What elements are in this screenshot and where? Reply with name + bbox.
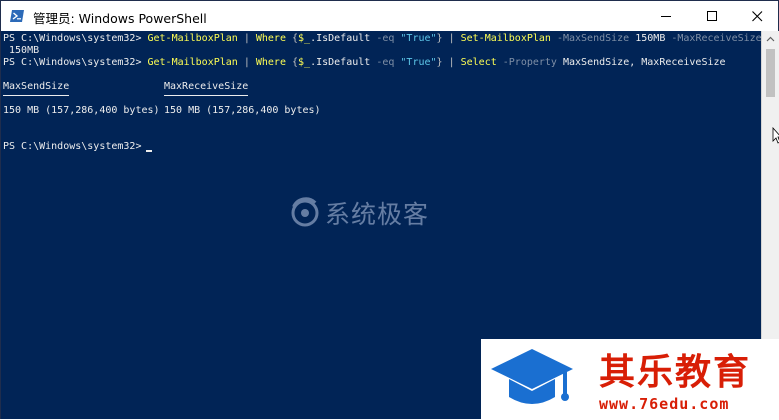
command-text: Select bbox=[460, 57, 497, 68]
command-text: Get-MailboxPlan bbox=[147, 57, 238, 68]
scroll-thumb[interactable] bbox=[766, 49, 775, 97]
pipe-operator: | bbox=[237, 57, 256, 68]
text-cursor bbox=[146, 150, 152, 152]
close-icon bbox=[751, 10, 762, 21]
console-line: PS C:\Windows\system32> Get-MailboxPlan … bbox=[3, 57, 726, 69]
console-line-wrap: 150MB bbox=[3, 45, 40, 56]
promo-title: 其乐教育 bbox=[599, 352, 752, 393]
watermark: 系统极客 bbox=[289, 195, 429, 231]
command-text: Get-MailboxPlan bbox=[147, 33, 238, 44]
watermark-text: 系统极客 bbox=[325, 200, 430, 229]
maximize-icon bbox=[706, 10, 717, 21]
minimize-button[interactable] bbox=[643, 1, 689, 31]
table-cell: 150 MB (157,286,400 bytes) bbox=[3, 105, 160, 116]
console-prompt: PS C:\Windows\system32> bbox=[3, 141, 148, 152]
variable-text: $_ bbox=[298, 57, 311, 68]
maximize-button[interactable] bbox=[689, 1, 735, 31]
prompt-text: PS C:\Windows\system32> bbox=[3, 57, 148, 68]
value-text: 150MB bbox=[635, 33, 666, 44]
minimize-icon bbox=[660, 15, 671, 17]
pipe-operator: | bbox=[442, 57, 461, 68]
brace-text: { bbox=[285, 57, 299, 68]
brace-text: { bbox=[285, 33, 299, 44]
prompt-text: PS C:\Windows\system32> bbox=[3, 33, 148, 44]
variable-text: $_ bbox=[298, 33, 311, 44]
graduation-cap-icon bbox=[491, 349, 573, 404]
window-title: 管理员: Windows PowerShell bbox=[33, 11, 207, 26]
close-button[interactable] bbox=[734, 1, 779, 31]
parameter-text: -MaxSendSize bbox=[550, 33, 636, 44]
value-text: MaxSendSize, MaxReceiveSize bbox=[562, 57, 726, 68]
parameter-text: -Property bbox=[496, 57, 563, 68]
mouse-pointer-icon bbox=[772, 127, 779, 144]
table-cell: 150 MB (157,286,400 bytes) bbox=[164, 105, 321, 116]
pipe-operator: | bbox=[442, 33, 461, 44]
command-text: Set-MailboxPlan bbox=[460, 33, 551, 44]
header-underline bbox=[164, 95, 248, 96]
string-text: "True" bbox=[400, 33, 437, 44]
command-text: Where bbox=[255, 33, 286, 44]
property-text: .IsDefault bbox=[310, 33, 371, 44]
promo-url: www.76edu.com bbox=[599, 395, 730, 413]
operator-text: -eq bbox=[370, 57, 401, 68]
operator-text: -eq bbox=[370, 33, 401, 44]
parameter-text: -MaxReceiveSize bbox=[665, 33, 761, 44]
property-text: .IsDefault bbox=[310, 57, 371, 68]
powershell-icon bbox=[10, 10, 24, 22]
pipe-operator: | bbox=[237, 33, 256, 44]
string-text: "True" bbox=[400, 57, 437, 68]
promo-banner: 其乐教育 www.76edu.com bbox=[481, 339, 779, 420]
console-line: PS C:\Windows\system32> Get-MailboxPlan … bbox=[3, 33, 761, 45]
systemgeek-logo-icon bbox=[291, 197, 319, 227]
command-text: Where bbox=[255, 57, 286, 68]
table-header-maxreceivesize: MaxReceiveSize bbox=[164, 81, 249, 92]
header-underline bbox=[3, 95, 69, 96]
title-bar[interactable]: 管理员: Windows PowerShell bbox=[1, 1, 778, 32]
table-header-maxsendsize: MaxSendSize bbox=[3, 81, 70, 92]
powershell-window: 管理员: Windows PowerShell PS C:\Windows\sy… bbox=[0, 0, 779, 420]
scroll-up-icon[interactable] bbox=[762, 31, 779, 48]
